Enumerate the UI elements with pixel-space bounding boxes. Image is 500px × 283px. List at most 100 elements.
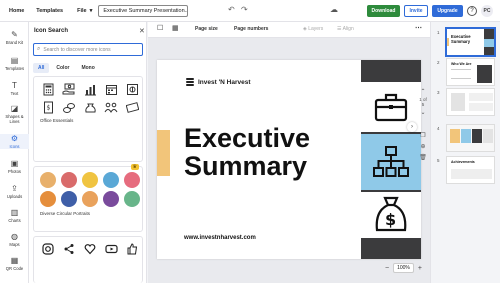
slide-thumbnail[interactable]: Who We Are (446, 58, 495, 86)
portrait-icon[interactable] (61, 172, 77, 188)
icon-pack-diverse-portraits[interactable]: ♛ Diverse Circular Portraits (33, 164, 143, 232)
delete-page-icon[interactable]: 🗑 (418, 154, 428, 161)
icon-pack-social[interactable] (33, 236, 143, 283)
icon-search-panel: Icon Search ✕ ⌕ Search to discover more … (29, 22, 147, 283)
calculator-icon[interactable] (40, 82, 56, 96)
cloud-save-icon[interactable]: ☁ (330, 5, 338, 14)
document-title-input[interactable]: Executive Summary Presentation... (98, 4, 189, 17)
icon-pack-office-essentials[interactable]: $ Office Essentials (33, 76, 143, 162)
help-icon[interactable]: ? (467, 6, 477, 16)
portrait-icon[interactable] (124, 172, 140, 188)
align-button[interactable]: ☰ Align (337, 26, 354, 32)
rail-item-photos[interactable]: ▣ Photos (0, 159, 29, 174)
rail-item-shapes[interactable]: ◪ Shapes & Lines (0, 104, 29, 124)
credit-card-icon[interactable] (124, 100, 140, 114)
slide-thumbnail[interactable]: Achievements (446, 156, 495, 184)
coins-icon[interactable] (61, 100, 77, 114)
dollar-document-icon[interactable]: $ (40, 100, 56, 114)
rail-item-charts[interactable]: ▥ Charts (0, 208, 29, 223)
portrait-icon[interactable] (82, 191, 98, 207)
duplicate-page-icon[interactable]: ❐ (418, 132, 428, 139)
slide-thumbnail[interactable]: Executive Summary (446, 28, 495, 56)
slide-thumbnail[interactable] (446, 124, 495, 152)
money-bag-icon[interactable] (82, 100, 98, 114)
share-icon[interactable] (61, 242, 77, 256)
redo-icon[interactable]: ↷ (241, 5, 248, 14)
chevron-down-icon[interactable]: ⌄ (418, 109, 428, 116)
thumbnail-title: Executive Summary (451, 34, 471, 44)
page-numbers-button[interactable]: Page numbers (234, 26, 268, 32)
zoom-in-button[interactable]: + (418, 265, 422, 272)
heart-icon[interactable] (82, 242, 98, 256)
filter-mono[interactable]: Mono (76, 63, 99, 73)
canvas-toolbar: ☐ ▦ Page size Page numbers ◈ Layers ☰ Al… (148, 22, 430, 38)
thumb-block (483, 129, 493, 143)
org-chart-panel[interactable] (361, 134, 421, 190)
logo-text: Invest 'N Harvest (198, 78, 251, 86)
instagram-icon[interactable] (40, 242, 56, 256)
photo-icon: ▣ (10, 159, 19, 168)
accent-bar[interactable] (157, 130, 170, 176)
home-link[interactable]: Home (9, 8, 24, 14)
search-placeholder: Search to discover more icons (43, 46, 111, 53)
rail-item-text[interactable]: T Text (0, 81, 29, 96)
upgrade-button[interactable]: Upgrade (432, 5, 463, 17)
chevron-up-icon[interactable]: ⌃ (418, 88, 428, 95)
money-bag-panel[interactable]: $ (361, 192, 421, 238)
rail-item-qr-code[interactable]: ▦ QR Code (0, 256, 29, 271)
portrait-icon[interactable] (103, 191, 119, 207)
thumbnail-number: 4 (437, 126, 440, 131)
zoom-out-button[interactable]: − (385, 265, 389, 272)
undo-icon[interactable]: ↶ (228, 5, 235, 14)
rail-item-templates[interactable]: ▤ Templates (0, 56, 29, 71)
safe-icon[interactable] (124, 82, 140, 96)
filter-color[interactable]: Color (51, 63, 74, 73)
checkbox-icon[interactable]: ☐ (157, 24, 163, 32)
layers-button[interactable]: ◈ Layers (303, 26, 323, 32)
team-icon[interactable] (103, 100, 119, 114)
portrait-icon[interactable] (103, 172, 119, 188)
portrait-icon[interactable] (82, 172, 98, 188)
zoom-level[interactable]: 100% (393, 263, 414, 273)
youtube-icon[interactable] (103, 242, 119, 256)
shapes-icon: ◪ (10, 104, 19, 113)
avatar[interactable]: PC (481, 5, 493, 17)
rail-item-uploads[interactable]: ⇪ Uploads (0, 184, 29, 199)
svg-text:$: $ (46, 104, 50, 111)
file-menu[interactable]: File ▾ (77, 8, 92, 14)
cash-hand-icon[interactable] (61, 82, 77, 96)
add-page-icon[interactable]: ⊕ (418, 143, 428, 150)
templates-link[interactable]: Templates (36, 8, 63, 14)
thumb-block (461, 129, 471, 143)
left-rail: ✎ Brand Kit ▤ Templates T Text ◪ Shapes & Li… (0, 22, 29, 283)
portrait-icon[interactable] (40, 191, 56, 207)
filter-all[interactable]: All (33, 63, 50, 73)
bar-chart-icon[interactable] (82, 82, 98, 96)
rail-item-maps[interactable]: ◍ Maps (0, 232, 29, 247)
more-options-icon[interactable]: ⋯ (415, 24, 422, 32)
svg-text:$: $ (385, 210, 396, 229)
thumb-image (477, 65, 492, 83)
rail-item-icons[interactable]: ⚙ Icons (0, 134, 29, 149)
calendar-icon[interactable] (103, 82, 119, 96)
page-size-button[interactable]: Page size (195, 26, 218, 32)
slide-canvas[interactable]: Invest 'N Harvest Executive Summary www.… (157, 60, 421, 259)
map-icon: ◍ (11, 232, 18, 241)
portrait-icon[interactable] (40, 172, 56, 188)
close-icon[interactable]: ✕ (139, 27, 145, 35)
icon-search-input[interactable]: ⌕ Search to discover more icons (33, 43, 143, 56)
rail-item-brand-kit[interactable]: ✎ Brand Kit (0, 30, 29, 45)
slide-thumbnail[interactable] (446, 88, 495, 116)
invite-button[interactable]: Invite (404, 5, 428, 17)
website-url[interactable]: www.investnharvest.com (184, 235, 256, 241)
logo[interactable]: Invest 'N Harvest (185, 77, 251, 87)
thumbnail-title: Achievements (451, 160, 475, 164)
page-navigator: ⌃ 1 of 5 ⌄ ❐ ⊕ 🗑 (418, 88, 428, 161)
download-button[interactable]: Download (367, 5, 400, 17)
portrait-icon[interactable] (61, 191, 77, 207)
next-slide-arrow-icon[interactable]: › (407, 122, 417, 132)
grid-icon[interactable]: ▦ (172, 24, 179, 32)
thumbs-up-icon[interactable] (124, 242, 140, 256)
portrait-icon[interactable] (124, 191, 140, 207)
slide-title[interactable]: Executive Summary (184, 124, 310, 180)
